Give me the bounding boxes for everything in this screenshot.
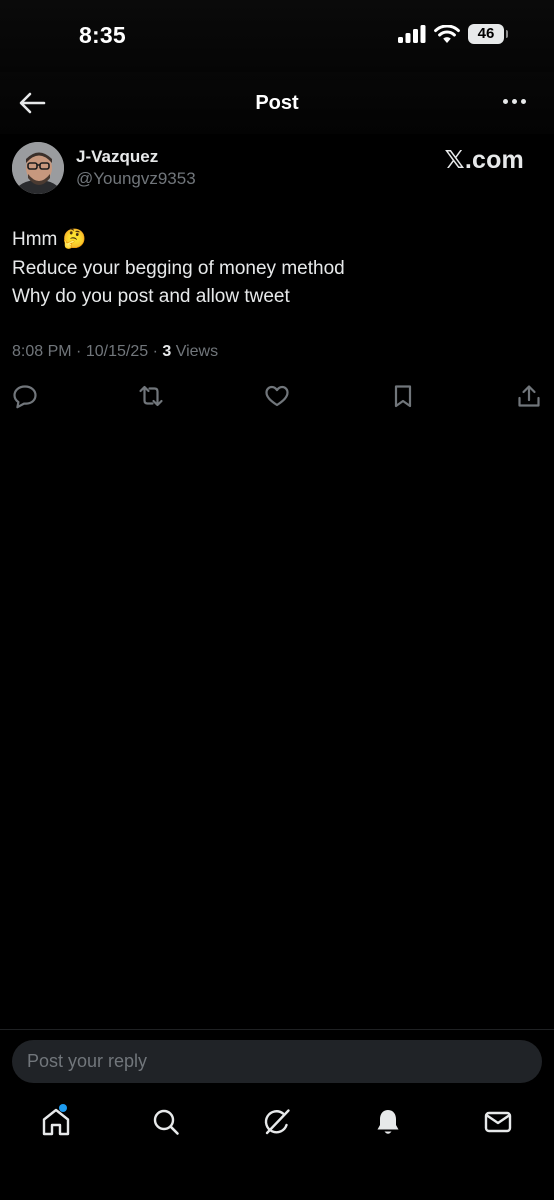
post-line: Reduce your begging of money method (12, 257, 345, 279)
reply-input[interactable] (12, 1040, 542, 1083)
tab-notifications[interactable] (372, 1106, 404, 1138)
status-icons: 46 (398, 24, 508, 44)
reply-icon (13, 385, 37, 409)
avatar[interactable] (12, 142, 64, 194)
post-text: Hmm 🤔 Reduce your begging of money metho… (12, 226, 345, 312)
tab-home[interactable] (40, 1104, 72, 1138)
repost-icon (139, 385, 163, 407)
page-title: Post (255, 92, 299, 114)
tab-bar (0, 1094, 554, 1200)
notification-dot (59, 1104, 67, 1112)
bookmark-icon (394, 385, 412, 408)
home-icon (42, 1108, 70, 1136)
share-icon (518, 385, 540, 407)
nav-bar: Post (0, 72, 554, 134)
tab-messages[interactable] (482, 1106, 514, 1138)
post-date: 10/15/25 (85, 343, 149, 360)
avatar-image (12, 142, 64, 194)
meta-separator: · (152, 343, 158, 360)
like-button[interactable] (264, 383, 290, 409)
views-count[interactable]: 3 (162, 343, 171, 360)
battery-icon: 46 (468, 24, 508, 44)
more-icon[interactable] (503, 99, 526, 104)
tab-grok[interactable] (261, 1106, 293, 1138)
wifi-icon (434, 24, 460, 43)
cellular-signal-icon (398, 25, 426, 43)
post-meta: 8:08 PM · 10/15/25 · 3 Views (12, 343, 218, 361)
x-watermark-logo: 𝕏.com (444, 146, 524, 174)
views-label[interactable]: Views (176, 343, 218, 360)
post-line: Hmm 🤔 (12, 229, 87, 250)
reply-button[interactable] (12, 383, 38, 409)
search-icon (153, 1109, 179, 1135)
tab-search[interactable] (150, 1106, 182, 1138)
messages-icon (484, 1111, 512, 1133)
share-button[interactable] (516, 383, 542, 409)
status-bar: 8:35 46 (0, 0, 554, 72)
post-time: 8:08 PM (12, 343, 72, 360)
post-line: Why do you post and allow tweet (12, 286, 290, 307)
repost-button[interactable] (138, 383, 164, 409)
author-handle[interactable]: @Youngvz9353 (76, 169, 196, 189)
meta-separator: · (76, 343, 82, 360)
more-dot (512, 99, 517, 104)
divider (0, 1029, 554, 1030)
more-dot (521, 99, 526, 104)
author-name[interactable]: J-Vazquez (76, 147, 158, 167)
more-dot (503, 99, 508, 104)
post-actions (0, 380, 554, 412)
like-icon (265, 385, 289, 407)
bookmark-button[interactable] (390, 383, 416, 409)
notifications-icon (377, 1110, 399, 1134)
battery-level: 46 (477, 25, 495, 42)
status-time: 8:35 (79, 22, 126, 48)
grok-icon (264, 1109, 290, 1135)
